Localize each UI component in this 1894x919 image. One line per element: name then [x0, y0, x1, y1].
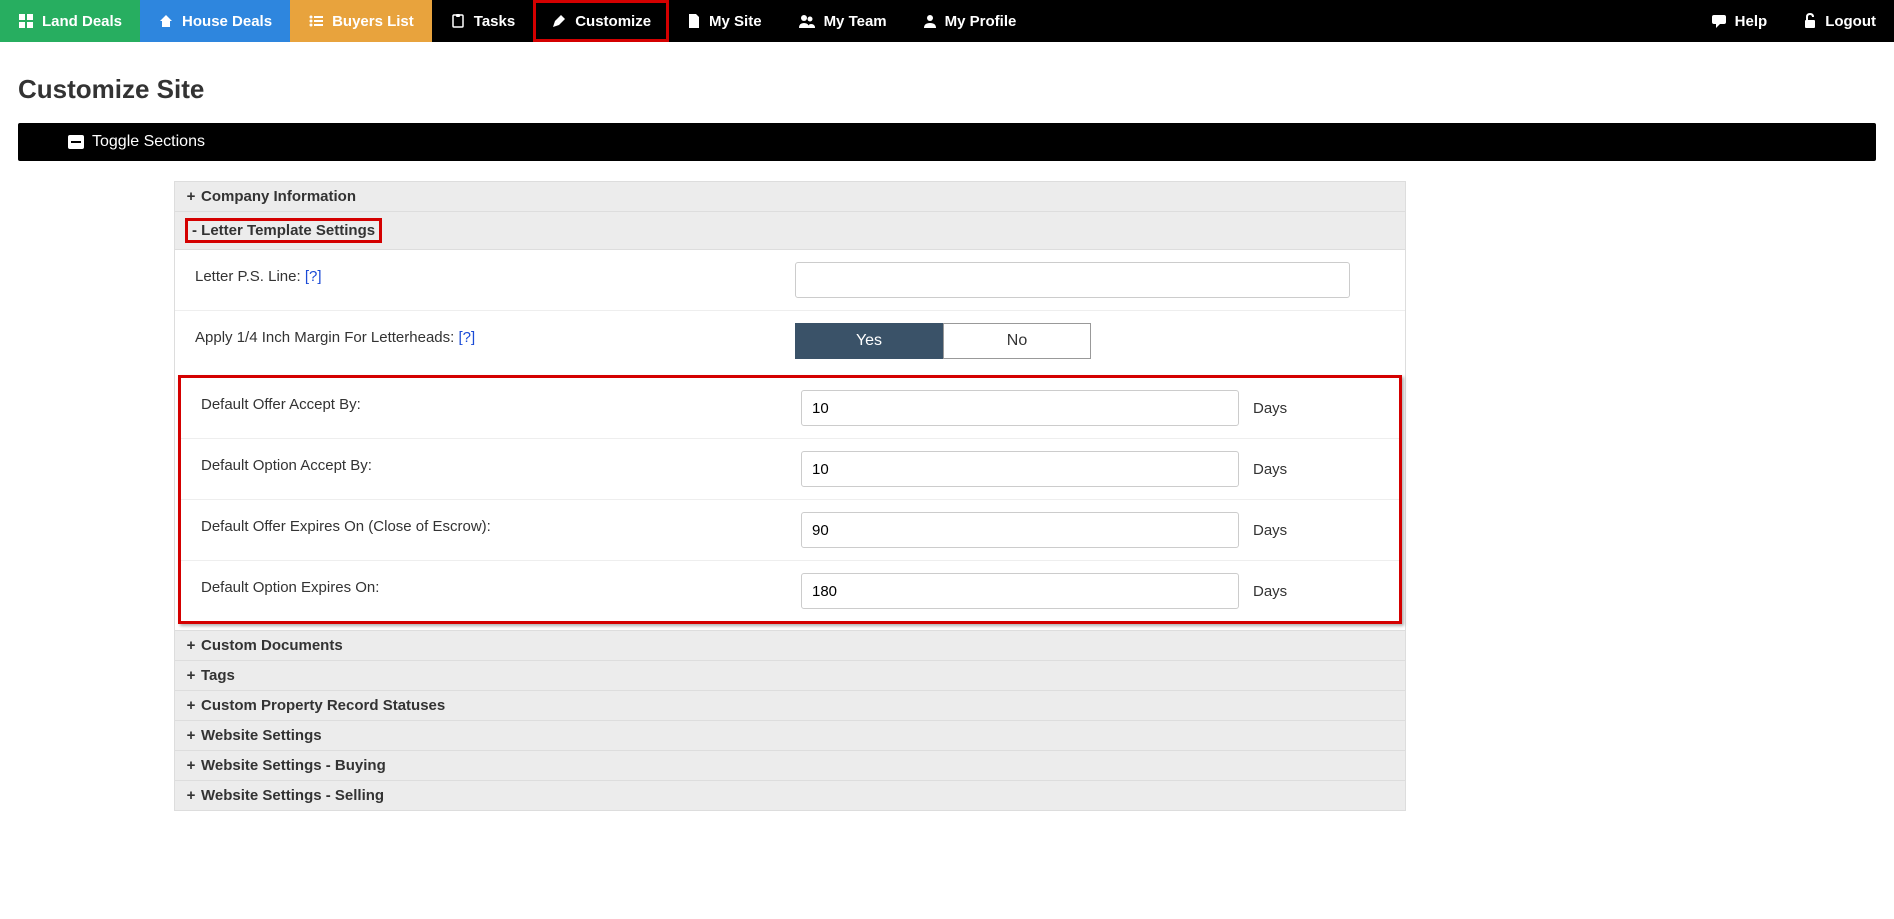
plus-icon: +	[185, 667, 197, 684]
section-label: Company Information	[201, 188, 356, 205]
offer-accept-label: Default Offer Accept By:	[201, 396, 361, 413]
nav-tasks[interactable]: Tasks	[432, 0, 533, 42]
section-company-information[interactable]: + Company Information	[174, 181, 1406, 212]
nav-label: Logout	[1825, 13, 1876, 30]
nav-customize[interactable]: Customize	[533, 0, 669, 42]
nav-label: Customize	[575, 13, 651, 30]
nav-house-deals[interactable]: House Deals	[140, 0, 290, 42]
offer-accept-input[interactable]	[801, 390, 1239, 426]
section-tags[interactable]: + Tags	[174, 661, 1406, 691]
team-icon	[798, 13, 816, 29]
plus-icon: +	[185, 637, 197, 654]
nav-my-team[interactable]: My Team	[780, 0, 905, 42]
nav-help[interactable]: Help	[1693, 0, 1786, 42]
row-offer-expires: Default Offer Expires On (Close of Escro…	[181, 500, 1399, 561]
toggle-sections-bar[interactable]: Toggle Sections	[18, 123, 1876, 161]
row-option-expires: Default Option Expires On: Days	[181, 561, 1399, 621]
row-ps-line: Letter P.S. Line: [?]	[175, 250, 1405, 311]
section-label: Custom Documents	[201, 637, 343, 654]
margin-toggle: Yes No	[795, 323, 1091, 359]
nav-buyers-list[interactable]: Buyers List	[290, 0, 432, 42]
no-label: No	[1007, 332, 1027, 350]
section-label: Custom Property Record Statuses	[201, 697, 445, 714]
nav-label: Tasks	[474, 13, 515, 30]
collapse-icon	[68, 135, 84, 149]
top-nav: Land Deals House Deals Buyers List Tasks…	[0, 0, 1894, 42]
page-body: Customize Site Toggle Sections + Company…	[0, 42, 1894, 811]
accordion: + Company Information - Letter Template …	[174, 181, 1406, 811]
days-suffix: Days	[1253, 583, 1287, 600]
option-accept-label: Default Option Accept By:	[201, 457, 372, 474]
plus-icon: +	[185, 757, 197, 774]
option-expires-label: Default Option Expires On:	[201, 579, 379, 596]
plus-icon: +	[185, 727, 197, 744]
person-icon	[923, 13, 937, 29]
days-suffix: Days	[1253, 400, 1287, 417]
nav-label: House Deals	[182, 13, 272, 30]
section-website-settings[interactable]: + Website Settings	[174, 721, 1406, 751]
ps-line-help[interactable]: [?]	[305, 268, 322, 285]
margin-label: Apply 1/4 Inch Margin For Letterheads:	[195, 329, 454, 346]
nav-label: Help	[1735, 13, 1768, 30]
nav-label: My Site	[709, 13, 762, 30]
section-website-selling[interactable]: + Website Settings - Selling	[174, 781, 1406, 811]
nav-my-site[interactable]: My Site	[669, 0, 780, 42]
offer-expires-input[interactable]	[801, 512, 1239, 548]
days-suffix: Days	[1253, 461, 1287, 478]
home-icon	[158, 13, 174, 29]
section-label: Website Settings	[201, 727, 322, 744]
ps-line-label: Letter P.S. Line:	[195, 268, 301, 285]
option-expires-input[interactable]	[801, 573, 1239, 609]
nav-logout[interactable]: Logout	[1785, 0, 1894, 42]
section-letter-template-settings[interactable]: - Letter Template Settings	[174, 212, 1406, 250]
days-suffix: Days	[1253, 522, 1287, 539]
clipboard-icon	[450, 13, 466, 29]
section-custom-documents[interactable]: + Custom Documents	[174, 631, 1406, 661]
section-label: Letter Template Settings	[201, 222, 375, 239]
page-title: Customize Site	[18, 74, 1876, 105]
chat-icon	[1711, 13, 1727, 29]
plus-icon: +	[185, 697, 197, 714]
nav-label: Land Deals	[42, 13, 122, 30]
pencil-icon	[551, 13, 567, 29]
offer-expires-label: Default Offer Expires On (Close of Escro…	[201, 518, 491, 535]
plus-icon: +	[185, 188, 197, 205]
margin-yes-button[interactable]: Yes	[795, 323, 943, 359]
section-label: Website Settings - Buying	[201, 757, 386, 774]
ps-line-input[interactable]	[795, 262, 1350, 298]
margin-help[interactable]: [?]	[458, 329, 475, 346]
nav-spacer	[1034, 0, 1692, 42]
nav-label: My Team	[824, 13, 887, 30]
list-icon	[308, 13, 324, 29]
minus-icon: -	[192, 222, 201, 239]
nav-label: My Profile	[945, 13, 1017, 30]
letter-template-body: Letter P.S. Line: [?] Apply 1/4 Inch Mar…	[174, 250, 1406, 631]
row-offer-accept: Default Offer Accept By: Days	[181, 378, 1399, 439]
nav-land-deals[interactable]: Land Deals	[0, 0, 140, 42]
unlock-icon	[1803, 13, 1817, 29]
option-accept-input[interactable]	[801, 451, 1239, 487]
row-margin: Apply 1/4 Inch Margin For Letterheads: […	[175, 311, 1405, 371]
section-label: Website Settings - Selling	[201, 787, 384, 804]
defaults-block: Default Offer Accept By: Days Default Op…	[178, 375, 1402, 624]
grid-icon	[18, 13, 34, 29]
section-label: Tags	[201, 667, 235, 684]
yes-label: Yes	[856, 332, 882, 350]
margin-no-button[interactable]: No	[943, 323, 1091, 359]
section-custom-statuses[interactable]: + Custom Property Record Statuses	[174, 691, 1406, 721]
section-website-buying[interactable]: + Website Settings - Buying	[174, 751, 1406, 781]
plus-icon: +	[185, 787, 197, 804]
nav-my-profile[interactable]: My Profile	[905, 0, 1035, 42]
file-icon	[687, 13, 701, 29]
toggle-sections-label: Toggle Sections	[92, 133, 205, 151]
nav-label: Buyers List	[332, 13, 414, 30]
row-option-accept: Default Option Accept By: Days	[181, 439, 1399, 500]
